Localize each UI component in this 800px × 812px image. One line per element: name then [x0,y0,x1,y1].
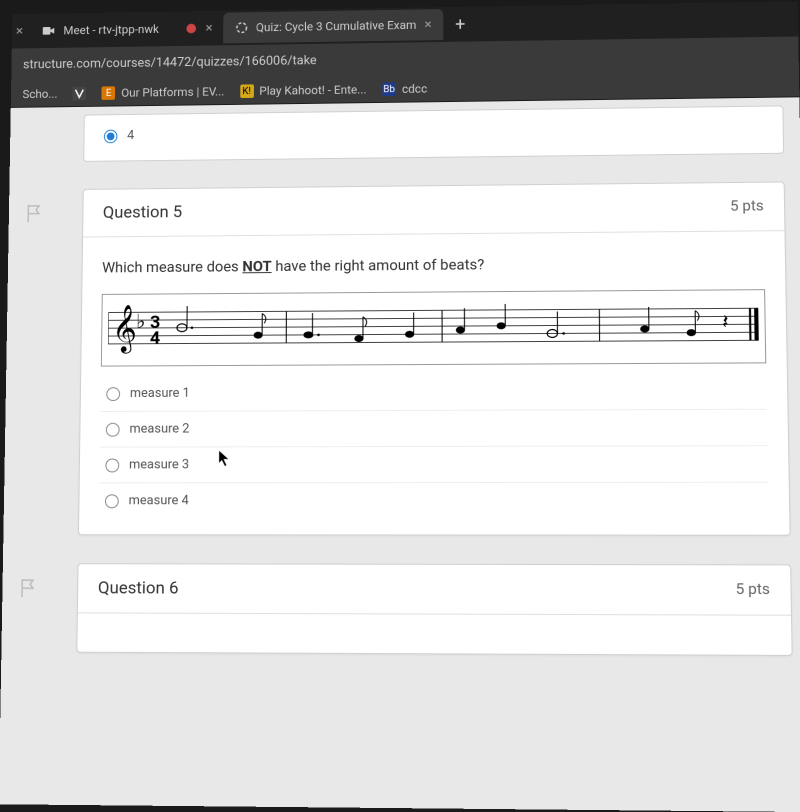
browser-tab-active[interactable]: Quiz: Cycle 3 Cumulative Exam × [223,9,444,43]
question-title: Question 5 [103,202,182,222]
svg-text:♭: ♭ [136,310,146,333]
question-body [77,613,791,655]
tab-label: Meet - rtv-jtpp-nwk [63,22,159,37]
bookmark-item[interactable]: Scho... [22,87,57,101]
browser-chrome: × Meet - rtv-jtpp-nwk × Quiz: Cycle 3 Cu… [11,1,800,108]
question-title: Question 6 [98,578,179,598]
question-text: Which measure does NOT have the right am… [102,253,765,276]
new-tab-button[interactable]: + [445,14,475,35]
bookmark-icon [73,87,87,101]
answer-label: 4 [127,128,134,143]
tab-label: Quiz: Cycle 3 Cumulative Exam [256,18,417,34]
tab-icon [184,22,198,36]
svg-text:4: 4 [150,328,161,349]
radio-icon [105,494,119,508]
answer-label: measure 1 [130,386,190,401]
flag-question-icon[interactable] [24,203,44,225]
bookmark-item[interactable]: Bb cdcc [382,82,427,96]
quiz-icon [234,21,248,35]
answer-label: measure 3 [129,457,189,472]
music-notation-image: 𝄞 ♭ 3 4 [101,289,766,366]
question-header: Question 6 5 pts [78,564,791,616]
bookmark-label: Our Platforms | EV... [121,85,224,100]
bookmark-label: Play Kahoot! - Ente... [259,83,366,98]
mouse-cursor-icon [218,449,232,467]
question-points: 5 pts [730,197,764,217]
browser-tab[interactable]: × [172,13,221,44]
radio-icon [106,387,120,401]
bookmark-label: cdcc [402,82,427,96]
question-5-card: Question 5 5 pts Which measure does NOT … [78,181,791,535]
close-icon[interactable]: × [424,17,431,33]
question-body: Which measure does NOT have the right am… [79,231,790,535]
question-header: Question 5 5 pts [83,182,784,237]
previous-question-tail: 4 [83,105,784,161]
answer-list: measure 1 measure 2 measure 3 [99,373,769,518]
answer-option[interactable]: measure 4 [99,482,769,519]
answer-label: measure 4 [129,493,189,508]
bookmark-icon: E [102,86,116,100]
close-icon[interactable]: × [16,23,31,38]
bookmark-item[interactable] [73,87,87,101]
answer-option[interactable]: measure 2 [100,409,768,447]
bookmark-icon: Bb [382,82,396,96]
url-text: structure.com/courses/14472/quizzes/1660… [11,42,798,76]
radio-icon [105,458,119,472]
answer-option[interactable]: measure 3 [99,445,768,482]
radio-selected-icon [104,129,118,143]
bookmark-item[interactable]: K! Play Kahoot! - Ente... [240,83,367,98]
svg-text:𝄽: 𝄽 [722,310,729,333]
bookmark-label: Scho... [22,87,57,101]
answer-label: measure 2 [129,422,189,437]
close-icon[interactable]: × [205,21,212,36]
question-points: 5 pts [736,580,771,601]
bookmark-item[interactable]: E Our Platforms | EV... [102,85,225,100]
svg-text:𝄞: 𝄞 [112,304,137,354]
quiz-content: 4 Question 5 5 pts Which measure does NO… [0,97,800,812]
answer-option-selected[interactable]: 4 [104,117,763,148]
answer-option[interactable]: measure 1 [100,373,767,411]
browser-tab[interactable]: Meet - rtv-jtpp-nwk [31,14,171,47]
meet-icon [42,24,56,38]
bookmark-icon: K! [240,84,254,98]
flag-question-icon[interactable] [18,577,38,599]
question-6-card: Question 6 5 pts [76,563,792,656]
radio-icon [106,422,120,436]
